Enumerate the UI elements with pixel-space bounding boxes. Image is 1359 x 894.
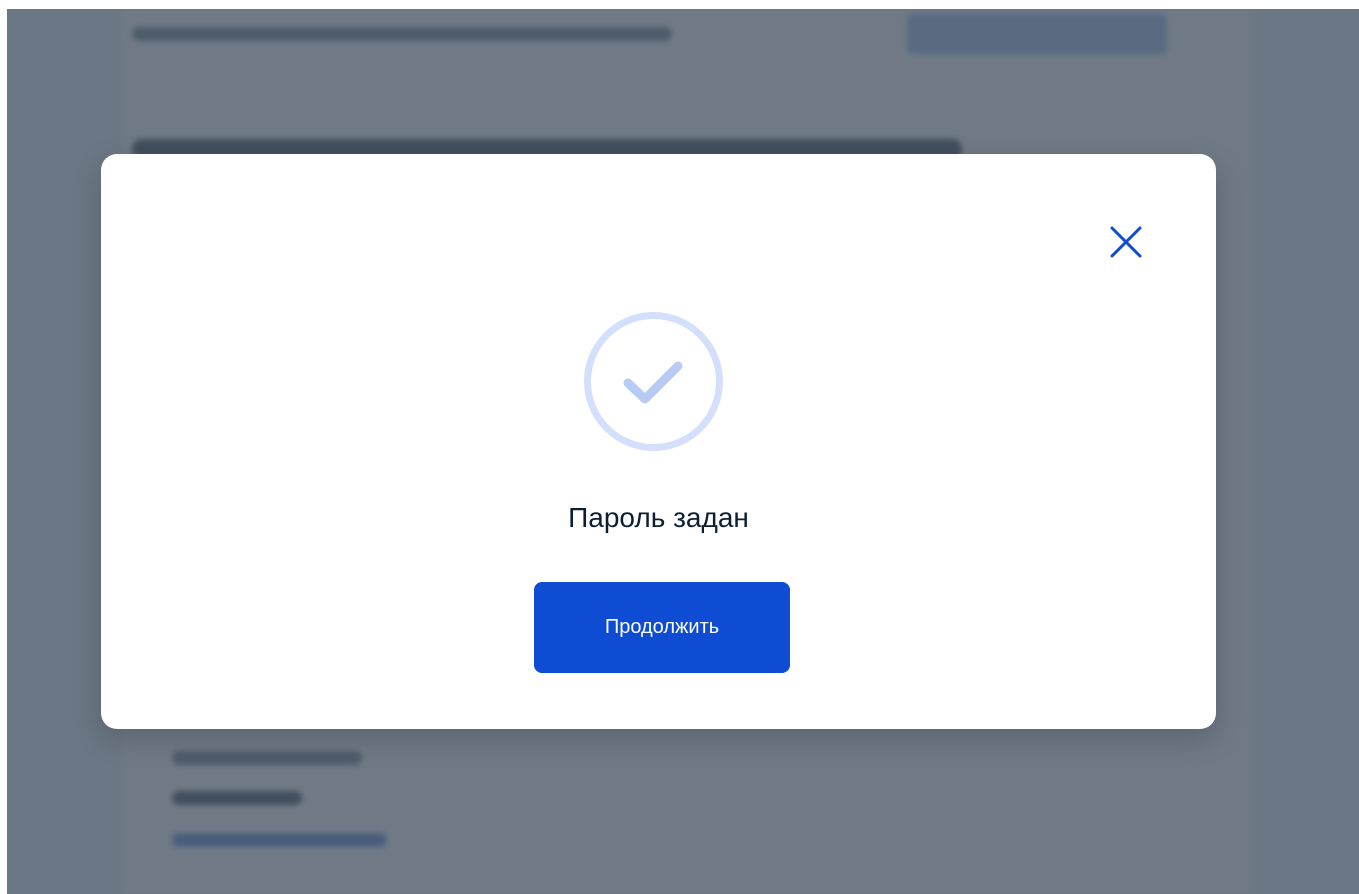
dialog-title: Пароль задан: [568, 502, 749, 533]
continue-button-label: Продолжить: [604, 616, 720, 638]
close-icon: [1110, 226, 1142, 258]
continue-button[interactable]: Продолжить: [534, 582, 790, 673]
check-circle-icon: [584, 312, 723, 451]
app-viewport: Пароль задан Продолжить: [7, 9, 1359, 894]
close-button[interactable]: [1104, 220, 1148, 264]
success-dialog: Пароль задан Продолжить: [101, 154, 1216, 729]
